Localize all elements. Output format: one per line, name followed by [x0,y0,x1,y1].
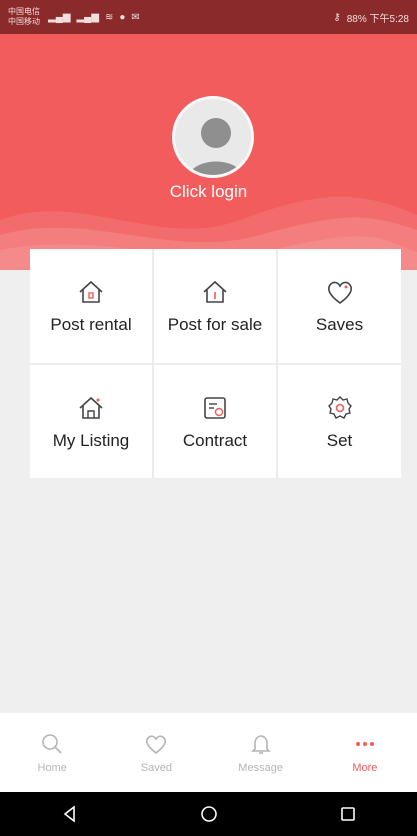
back-triangle-icon [63,805,75,823]
menu-grid: Post rental Post for sale Saves My Listi… [30,249,401,478]
status-bar: 中国电信 中国移动 ▂▄▆ ▂▄▆ ≋ ● ✉ ⚷ 88% 下午5:28 [0,0,417,34]
tab-message[interactable]: Message [221,732,301,774]
key-icon: ⚷ [333,11,341,23]
house-sale-icon [203,280,227,303]
login-link[interactable]: Click login [0,182,417,202]
status-left: 中国电信 中国移动 ▂▄▆ ▂▄▆ ≋ ● ✉ [8,7,140,27]
tab-label: Message [238,761,283,774]
tab-more[interactable]: More [325,732,405,774]
carrier-line-2: 中国移动 [8,17,40,26]
battery-status: 88% 下午5:28 [346,13,409,25]
profile-header: Click login [0,34,417,270]
wifi-icon: ≋ [104,11,114,23]
back-button[interactable] [55,799,85,829]
house-person-icon [79,396,103,419]
recents-button[interactable] [333,799,363,829]
menu-item-label: Saves [315,315,364,334]
home-circle-icon [200,806,217,822]
menu-item-contract[interactable]: Contract [154,365,276,478]
menu-item-post-rental[interactable]: Post rental [30,249,152,363]
bottom-tab-bar: Home Saved Message More [0,712,417,792]
more-icon [355,741,374,746]
contract-icon [204,396,226,419]
menu-item-label: Post rental [50,315,132,334]
menu-item-label: Contract [182,430,248,450]
avatar[interactable] [172,96,254,178]
tab-saved[interactable]: Saved [116,732,196,774]
carrier-line-1: 中国电信 [8,7,40,16]
mail-icon: ✉ [131,11,140,23]
recents-square-icon [340,807,355,821]
menu-item-label: Set [326,430,353,450]
search-icon [42,733,62,754]
heart-icon [146,734,167,754]
carrier-info: 中国电信 中国移动 [8,7,40,27]
status-icons: ▂▄▆ ▂▄▆ ≋ ● ✉ [48,12,140,23]
signal-icon: ▂▄▆ [48,11,71,23]
menu-item-saves[interactable]: Saves [278,249,401,363]
menu-item-label: Post for sale [167,315,263,334]
tab-label: More [352,761,378,774]
chat-icon: ● [119,11,126,23]
signal-icon: ▂▄▆ [76,11,99,23]
menu-item-set[interactable]: Set [278,365,401,478]
tab-label: Saved [140,761,172,774]
home-button[interactable] [194,799,224,829]
house-icon [79,280,103,303]
menu-item-label: My Listing [52,430,130,450]
heart-icon [327,281,352,304]
gear-icon [327,395,352,419]
menu-item-post-for-sale[interactable]: Post for sale [154,249,276,363]
tab-label: Home [37,761,67,774]
status-right: ⚷ 88% 下午5:28 [333,10,409,25]
bell-icon [250,734,271,754]
menu-item-my-listing[interactable]: My Listing [30,365,152,478]
system-nav-bar [0,792,417,836]
tab-home[interactable]: Home [12,732,92,774]
